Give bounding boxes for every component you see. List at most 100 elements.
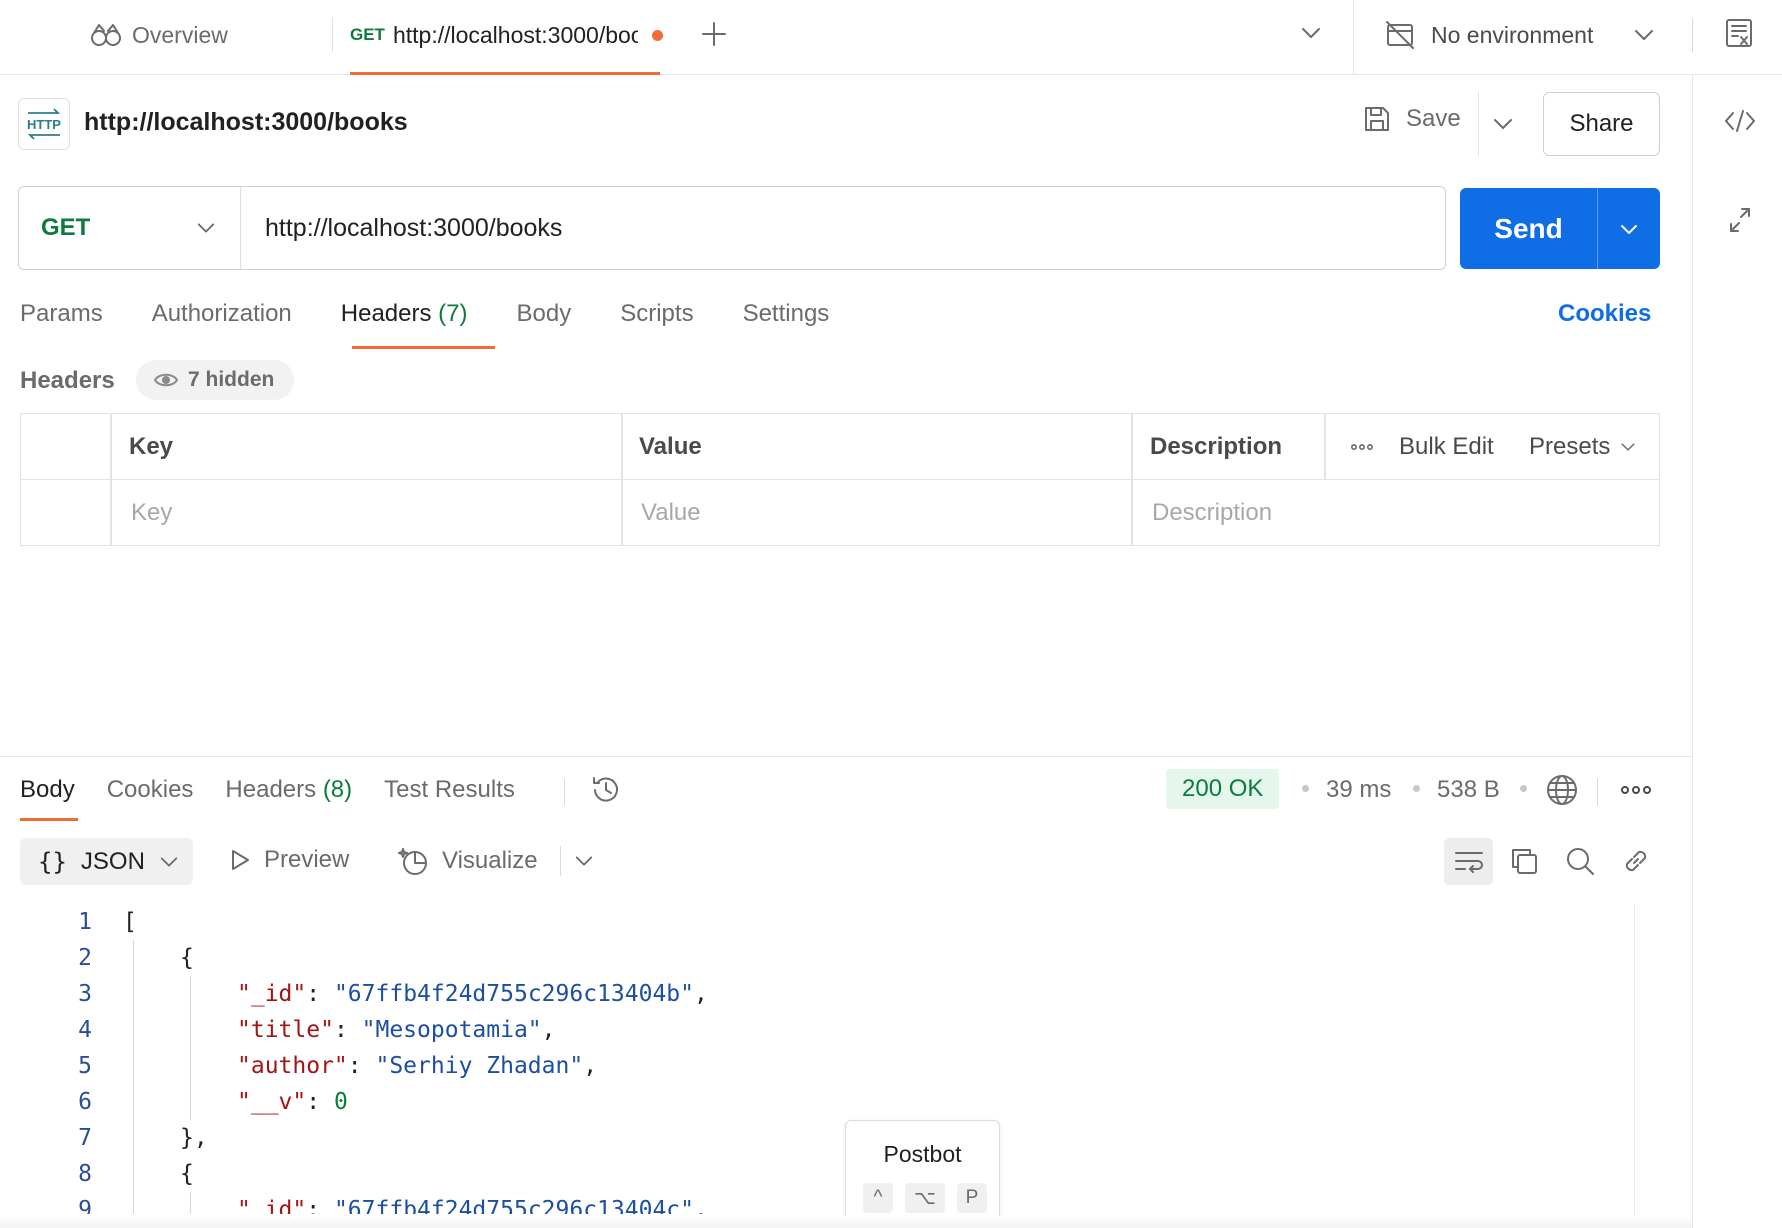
play-icon	[228, 848, 252, 872]
postbot-button[interactable]: Postbot ^ ⌥ P	[845, 1120, 1000, 1228]
tabs-overflow-chevron-icon[interactable]	[1300, 22, 1322, 44]
response-tab-body[interactable]: Body	[20, 776, 75, 804]
key-input[interactable]: Key	[131, 480, 172, 546]
json-number: 0	[333, 1089, 348, 1115]
save-options-chevron-icon[interactable]	[1492, 113, 1514, 135]
collapse-panel-icon[interactable]	[1728, 206, 1752, 234]
send-button[interactable]: Send	[1460, 188, 1597, 269]
save-button[interactable]: Save	[1362, 104, 1461, 134]
json-string: "Serhiy Zhadan"	[375, 1053, 584, 1079]
code-text: {	[180, 945, 194, 971]
code-text: [	[123, 909, 137, 935]
line-number: 8	[78, 1161, 92, 1187]
json-key: "title"	[237, 1017, 334, 1043]
code-text: },	[180, 1125, 208, 1151]
code-text: "author": "Serhiy Zhadan",	[237, 1053, 597, 1079]
code-snippet-icon[interactable]	[1724, 108, 1756, 134]
tab-settings[interactable]: Settings	[743, 300, 830, 328]
code-line: 1[	[0, 904, 1630, 940]
json-punctuation: :	[347, 1053, 376, 1079]
tab-params[interactable]: Params	[20, 300, 103, 328]
environment-label: No environment	[1431, 21, 1594, 48]
search-icon[interactable]	[1565, 846, 1595, 876]
line-number: 7	[78, 1125, 92, 1151]
request-title[interactable]: http://localhost:3000/books	[84, 108, 408, 137]
code-line: 6 "__v": 0	[0, 1084, 1630, 1120]
preview-button[interactable]: Preview	[228, 846, 349, 874]
value-input[interactable]: Value	[641, 480, 701, 546]
tab-scripts[interactable]: Scripts	[620, 300, 693, 328]
divider	[564, 778, 565, 806]
divider	[560, 846, 561, 876]
code-text: "_id": "67ffb4f24d755c296c13404b",	[237, 981, 708, 1007]
format-selector[interactable]: {} JSON	[20, 838, 193, 885]
tab-overview[interactable]: Overview	[90, 18, 228, 52]
separator-dot	[1520, 785, 1527, 792]
separator-dot	[1302, 785, 1309, 792]
format-chevron-icon	[159, 852, 179, 872]
tab-method: GET	[350, 25, 385, 44]
json-punctuation: :	[306, 1089, 334, 1115]
hidden-headers-toggle[interactable]: 7 hidden	[136, 360, 295, 400]
active-tab-indicator	[350, 72, 660, 75]
tab-headers-label: Headers	[340, 300, 432, 327]
divider	[1692, 18, 1693, 52]
tab-request-books[interactable]: GET http://localhost:3000/books	[350, 18, 663, 52]
bulk-edit-button[interactable]: Bulk Edit	[1399, 414, 1494, 479]
tab-headers[interactable]: Headers (7)	[341, 300, 468, 328]
new-tab-button[interactable]	[700, 20, 728, 48]
postbot-label: Postbot	[883, 1141, 962, 1167]
json-punctuation: ,	[693, 1197, 708, 1214]
method-selector[interactable]: GET	[19, 187, 241, 269]
more-options-icon[interactable]	[1351, 414, 1373, 479]
response-body-viewer[interactable]: 1[2{3 "_id": "67ffb4f24d755c296c13404b", 4…	[0, 904, 1630, 1214]
json-key: "__v"	[237, 1089, 307, 1115]
separator-dot	[1413, 785, 1420, 792]
response-tab-headers[interactable]: Headers (8)	[225, 776, 352, 804]
wrap-lines-button[interactable]	[1444, 838, 1493, 885]
table-header-row: Key Value Description Bulk Edit Presets	[21, 414, 1659, 480]
response-size[interactable]: 538 B	[1437, 776, 1500, 804]
json-punctuation: :	[333, 1017, 362, 1043]
json-punctuation: {	[180, 945, 194, 971]
response-divider	[0, 756, 1692, 757]
tab-body[interactable]: Body	[517, 300, 572, 328]
overview-icon	[90, 22, 122, 48]
json-string: "Mesopotamia"	[361, 1017, 542, 1043]
svg-text:HTTP: HTTP	[27, 117, 61, 132]
tab-url: http://localhost:3000/books	[392, 21, 638, 48]
send-options-chevron-icon[interactable]	[1597, 188, 1660, 269]
method-chevron-icon	[196, 218, 216, 238]
response-more-options-icon[interactable]	[1621, 785, 1651, 795]
globe-icon[interactable]	[1545, 773, 1579, 807]
response-time[interactable]: 39 ms	[1326, 776, 1391, 804]
response-tab-test-results[interactable]: Test Results	[384, 776, 515, 804]
json-string: "67ffb4f24d755c296c13404c"	[333, 1197, 694, 1214]
share-button[interactable]: Share	[1543, 92, 1660, 156]
cookies-link[interactable]: Cookies	[1558, 300, 1651, 328]
tab-authorization[interactable]: Authorization	[152, 300, 292, 328]
environment-quick-look-icon[interactable]	[1724, 17, 1754, 49]
description-input[interactable]: Description	[1152, 480, 1272, 546]
editor-scrollbar-track[interactable]	[1634, 904, 1635, 1216]
environment-chevron-icon	[1633, 24, 1655, 46]
status-badge[interactable]: 200 OK	[1166, 769, 1280, 809]
environment-selector[interactable]: No environment	[1385, 18, 1655, 52]
line-number: 5	[78, 1053, 92, 1079]
code-line: 4 "title": "Mesopotamia",	[0, 1012, 1630, 1048]
divider	[1478, 92, 1479, 156]
visualize-label: Visualize	[442, 847, 538, 874]
copy-icon[interactable]	[1509, 846, 1539, 876]
code-line: 5 "author": "Serhiy Zhadan",	[0, 1048, 1630, 1084]
active-request-tab-indicator	[352, 346, 495, 349]
link-icon[interactable]	[1621, 846, 1651, 876]
column-description: Description	[1150, 432, 1283, 460]
response-headers-count: (8)	[322, 776, 353, 803]
presets-dropdown[interactable]: Presets	[1529, 414, 1636, 479]
json-punctuation: },	[180, 1125, 208, 1151]
visualize-options-chevron-icon[interactable]	[574, 851, 594, 871]
response-tab-cookies[interactable]: Cookies	[107, 776, 194, 804]
visualize-button[interactable]: Visualize	[398, 846, 538, 876]
url-input[interactable]	[241, 187, 1445, 269]
history-icon[interactable]	[590, 774, 622, 806]
